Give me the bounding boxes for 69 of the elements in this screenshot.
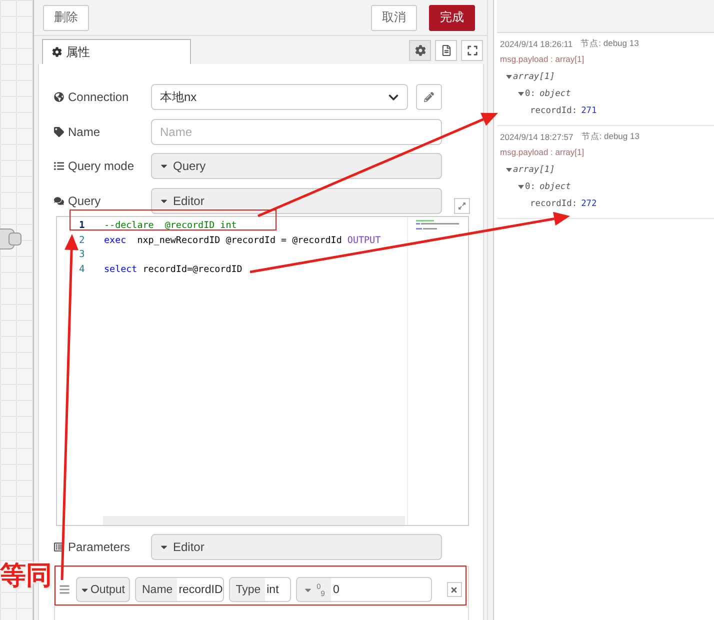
gear-icon — [52, 47, 62, 57]
code-line: select recordId=@recordID — [104, 263, 242, 278]
minimap-drawing — [416, 220, 460, 230]
globe-icon — [54, 92, 64, 102]
annotation-text: 等同 — [0, 559, 52, 592]
property-key: recordId: — [530, 198, 578, 208]
settings-button[interactable] — [409, 40, 431, 61]
code-editor[interactable]: 1 2 3 4 --declare @recordID int exec nxp_newRecordID @recordId = @recordId OUTPUT select recordId=@recordID — [56, 216, 469, 526]
type-label: array[1] — [513, 72, 555, 82]
pencil-icon — [424, 92, 434, 102]
code-line: exec nxp_newRecordID @recordId = @recordId OUTPUT — [104, 234, 381, 248]
done-button[interactable]: 完成 — [429, 4, 475, 30]
expand-icon — [458, 202, 466, 210]
field-label: Connection — [68, 90, 129, 104]
line-number: 2 — [78, 234, 86, 248]
caret-icon[interactable] — [506, 74, 512, 80]
frame-button[interactable] — [461, 40, 483, 61]
tag-icon — [54, 126, 64, 136]
connection-select[interactable]: 本地nx — [151, 84, 408, 110]
properties-tab[interactable]: 属性 — [42, 39, 191, 64]
field-label: Query mode — [68, 159, 134, 173]
caret-icon[interactable] — [506, 166, 512, 172]
flow-node-drawing[interactable] — [0, 228, 22, 250]
remove-button[interactable] — [446, 582, 462, 597]
scrollbar[interactable] — [103, 516, 405, 525]
close-icon — [450, 586, 458, 594]
settings-icon — [414, 45, 426, 56]
caret-icon[interactable] — [518, 90, 524, 96]
name-field[interactable]: Name — [151, 118, 442, 144]
expand-button[interactable] — [454, 198, 470, 214]
drag-handle-icon[interactable] — [59, 584, 70, 595]
frame-icon — [466, 45, 478, 56]
delete-button[interactable]: 删除 — [43, 4, 89, 30]
direction-select[interactable]: Output — [76, 577, 130, 602]
list-icon — [54, 542, 64, 552]
property-key: 0: — [525, 182, 536, 192]
document-icon — [440, 45, 452, 56]
property-key: recordId: — [530, 106, 578, 116]
type-select[interactable]: Editor — [151, 534, 442, 560]
property-value: 271 — [581, 106, 597, 116]
message-topic: msg.payload : array[1] — [500, 53, 584, 66]
type-select[interactable]: Editor — [151, 188, 442, 214]
message-topic: msg.payload : array[1] — [500, 146, 584, 159]
code-line: --declare @recordID int — [104, 219, 237, 233]
property-value: 272 — [581, 198, 597, 208]
cancel-button[interactable]: 取消 — [371, 4, 417, 30]
type-label: object — [539, 88, 571, 98]
field-label: Query — [68, 194, 101, 208]
edit-button[interactable] — [416, 84, 442, 110]
line-number: 1 — [78, 219, 86, 233]
field-label: Parameters — [68, 540, 130, 554]
chat-icon — [54, 196, 64, 206]
property-key: 0: — [525, 88, 536, 98]
type-select[interactable]: Query — [151, 153, 442, 179]
node-name[interactable]: 节点: debug 13 — [581, 130, 640, 142]
type-field[interactable]: Type int — [228, 577, 291, 602]
caret-icon[interactable] — [518, 184, 524, 190]
type-label: array[1] — [513, 164, 555, 174]
document-button[interactable] — [435, 40, 457, 61]
node-name[interactable]: 节点: debug 13 — [580, 38, 639, 50]
line-number: 3 — [78, 248, 86, 262]
list-icon — [54, 161, 64, 171]
line-number: 4 — [78, 263, 86, 278]
type-label: object — [539, 182, 571, 192]
chevron-icon — [388, 92, 399, 102]
field-label: Name — [68, 124, 100, 138]
name-field[interactable]: Name recordID — [135, 577, 224, 602]
message-time: 2024/9/14 18:26:11 — [500, 38, 573, 48]
message-time: 2024/9/14 18:27:57 — [500, 132, 574, 142]
